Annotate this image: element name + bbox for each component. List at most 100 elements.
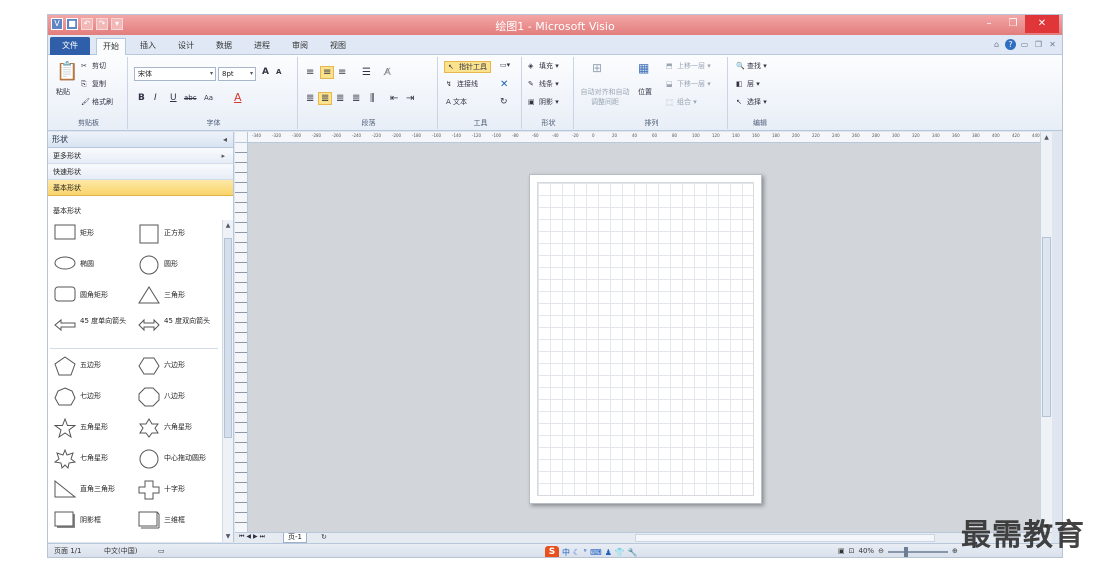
presentation-icon[interactable]: ⊡: [849, 544, 855, 557]
pane-collapse-icon[interactable]: ◂: [223, 132, 227, 148]
zoom-level[interactable]: 40%: [859, 544, 875, 557]
page-indicator[interactable]: 页面 1/1: [54, 544, 82, 557]
font-size-combo[interactable]: 8pt ▾: [218, 67, 256, 81]
align-center-icon[interactable]: ≣: [318, 92, 333, 105]
grow-font-button[interactable]: A: [262, 67, 269, 77]
shape-five-point-star[interactable]: 五角星形: [50, 414, 132, 442]
page-nav-arrows[interactable]: ⏮◀▶⏭: [239, 533, 267, 541]
zoom-out-icon[interactable]: ⊖: [878, 544, 884, 557]
ime-tool-icon[interactable]: 🔧: [628, 545, 638, 558]
bold-button[interactable]: B: [138, 93, 145, 103]
shape-heptagon[interactable]: 七边形: [50, 383, 132, 411]
ime-moon-icon[interactable]: ☾: [573, 545, 580, 558]
rectangle-tool-icon[interactable]: ▭▾: [500, 61, 510, 69]
ribbon-collapse-icon[interactable]: ⌂: [991, 39, 1002, 50]
align-left-icon[interactable]: ≣: [306, 93, 314, 104]
shape-hexagon[interactable]: 六边形: [134, 352, 216, 380]
minimize-button[interactable]: –: [977, 15, 1001, 33]
clear-format-icon[interactable]: A̸: [384, 67, 391, 78]
ime-keyboard-icon[interactable]: ⌨: [590, 545, 602, 558]
horizontal-scrollbar[interactable]: [635, 534, 935, 542]
zoom-in-icon[interactable]: ⊕: [952, 544, 958, 557]
shape-rectangle[interactable]: 矩形: [50, 220, 132, 248]
insert-page-icon[interactable]: ↻: [321, 533, 327, 541]
bullets-icon[interactable]: ☰: [362, 67, 371, 78]
macro-icon[interactable]: ▭: [158, 544, 165, 557]
canvas-vertical-scrollbar[interactable]: ▲ ▼: [1040, 132, 1052, 532]
cut-button[interactable]: 剪切: [92, 62, 106, 70]
group-button[interactable]: 组合: [677, 98, 691, 106]
stencil-scroll-thumb[interactable]: [224, 238, 232, 438]
shrink-font-button[interactable]: A: [276, 68, 281, 76]
tab-insert[interactable]: 插入: [134, 38, 162, 55]
underline-button[interactable]: U: [170, 93, 177, 103]
paste-button[interactable]: 粘贴: [56, 87, 70, 97]
page-tab[interactable]: 页-1: [283, 533, 307, 543]
maximize-button[interactable]: ❐: [1001, 15, 1025, 33]
connector-button[interactable]: 连接线: [457, 80, 478, 88]
increase-indent-icon[interactable]: ⇥: [406, 93, 414, 104]
basic-shapes-item[interactable]: 基本形状: [48, 180, 233, 196]
tab-review[interactable]: 审阅: [286, 38, 314, 55]
text-direction-icon[interactable]: ⫼: [370, 93, 375, 104]
rotate-icon[interactable]: ↻: [500, 97, 508, 107]
copy-button[interactable]: 复制: [92, 80, 106, 88]
close-button[interactable]: ✕: [1025, 15, 1059, 33]
pointer-tool-button[interactable]: 指针工具: [459, 63, 487, 71]
shape-six-point-star[interactable]: 六角星形: [134, 414, 216, 442]
auto-align-button[interactable]: 自动对齐和自动调整间距: [580, 87, 630, 107]
text-tool-button[interactable]: A 文本: [446, 97, 467, 107]
tab-view[interactable]: 视图: [324, 38, 352, 55]
ime-punct-icon[interactable]: °: [583, 545, 587, 558]
tab-home[interactable]: 开始: [96, 38, 126, 55]
shape-cross[interactable]: 十字形: [134, 476, 216, 504]
stencil-scrollbar[interactable]: ▲ ▼: [222, 220, 233, 542]
justify-icon[interactable]: ≣: [352, 93, 360, 104]
doc-restore-icon[interactable]: ❐: [1033, 39, 1044, 50]
more-shapes-menu[interactable]: 更多形状 ▸: [48, 148, 233, 164]
strikethrough-button[interactable]: abc: [184, 94, 197, 102]
align-bottom-icon[interactable]: ≡: [338, 67, 346, 78]
align-middle-icon[interactable]: ≡: [320, 66, 335, 79]
tab-file[interactable]: 文件: [50, 37, 90, 55]
shape-octagon[interactable]: 八边形: [134, 383, 216, 411]
find-button[interactable]: 查找: [747, 62, 761, 70]
font-color-button[interactable]: A: [234, 91, 242, 104]
shape-single-arrow[interactable]: 45 度单向箭头: [50, 313, 132, 341]
shape-rounded-rectangle[interactable]: 圆角矩形: [50, 282, 132, 310]
language-indicator[interactable]: 中文(中国): [104, 544, 137, 557]
shape-3d-box[interactable]: 三维框: [134, 507, 216, 535]
line-button[interactable]: 线条: [539, 80, 553, 88]
delete-connection-icon[interactable]: ✕: [500, 79, 508, 90]
full-screen-icon[interactable]: ▣: [838, 544, 845, 557]
shape-center-drag-circle[interactable]: 中心拖动圆形: [134, 445, 216, 473]
italic-button[interactable]: I: [154, 93, 157, 103]
sogou-logo-icon[interactable]: S: [545, 545, 559, 557]
canvas-scroll-up-icon[interactable]: ▲: [1041, 134, 1052, 141]
position-button[interactable]: 位置: [638, 87, 652, 97]
align-right-icon[interactable]: ≣: [336, 93, 344, 104]
bring-forward-button[interactable]: 上移一层: [677, 62, 705, 70]
change-case-button[interactable]: Aa: [204, 94, 213, 102]
font-name-combo[interactable]: 宋体 ▾: [134, 67, 216, 81]
fill-button[interactable]: 填充: [539, 62, 553, 70]
shape-circle[interactable]: 圆形: [134, 251, 216, 279]
shape-square[interactable]: 正方形: [134, 220, 216, 248]
format-painter-button[interactable]: 格式刷: [92, 98, 113, 106]
ime-skin-icon[interactable]: 👕: [615, 545, 625, 558]
doc-minimize-icon[interactable]: ▭: [1019, 39, 1030, 50]
select-button[interactable]: 选择: [747, 98, 761, 106]
shape-triangle[interactable]: 三角形: [134, 282, 216, 310]
tab-process[interactable]: 进程: [248, 38, 276, 55]
canvas-scroll-thumb[interactable]: [1042, 237, 1051, 417]
shape-shadow-box[interactable]: 阴影框: [50, 507, 132, 535]
zoom-slider[interactable]: [887, 546, 948, 557]
quick-shapes-item[interactable]: 快速形状: [48, 164, 233, 180]
shape-seven-point-star[interactable]: 七角星形: [50, 445, 132, 473]
shape-pentagon[interactable]: 五边形: [50, 352, 132, 380]
drawing-canvas[interactable]: [248, 143, 1040, 532]
tab-data[interactable]: 数据: [210, 38, 238, 55]
align-top-icon[interactable]: ≡: [306, 67, 314, 78]
help-icon[interactable]: ?: [1005, 39, 1016, 50]
doc-close-icon[interactable]: ✕: [1047, 39, 1058, 50]
